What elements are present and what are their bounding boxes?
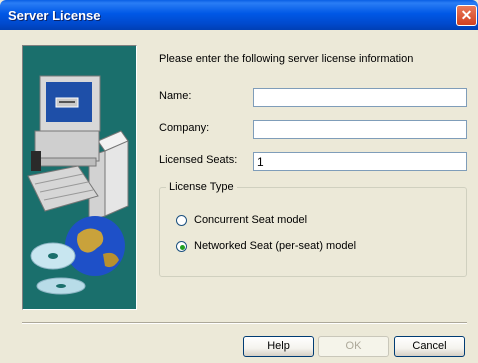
networked-seat-label: Networked Seat (per-seat) model (194, 240, 357, 252)
cancel-button[interactable]: Cancel (394, 336, 465, 357)
radio-selected-icon (176, 241, 187, 252)
instructions-text: Please enter the following server licens… (159, 53, 414, 65)
company-label: Company: (159, 122, 210, 134)
company-field[interactable] (253, 120, 467, 139)
radio-unselected-icon (176, 215, 187, 226)
server-license-dialog: Server License ✕ Please enter the follow… (0, 0, 478, 363)
ok-button[interactable]: OK (318, 336, 389, 357)
license-type-group (159, 187, 467, 277)
licensed-seats-label: Licensed Seats: (159, 154, 238, 166)
concurrent-seat-label: Concurrent Seat model (194, 214, 308, 226)
license-type-label: License Type (166, 181, 237, 193)
name-label: Name: (159, 90, 192, 102)
close-icon: ✕ (460, 7, 473, 23)
footer-divider (22, 322, 467, 324)
licensed-seats-field[interactable] (253, 152, 467, 171)
illustration-panel (22, 45, 137, 310)
window-title: Server License (8, 8, 101, 23)
computer-globe-illustration (27, 75, 129, 295)
radio-dot-icon (180, 245, 185, 250)
close-button[interactable]: ✕ (456, 5, 477, 26)
name-field[interactable] (253, 88, 467, 107)
title-bar[interactable]: Server License ✕ (0, 0, 478, 30)
help-button[interactable]: Help (243, 336, 314, 357)
